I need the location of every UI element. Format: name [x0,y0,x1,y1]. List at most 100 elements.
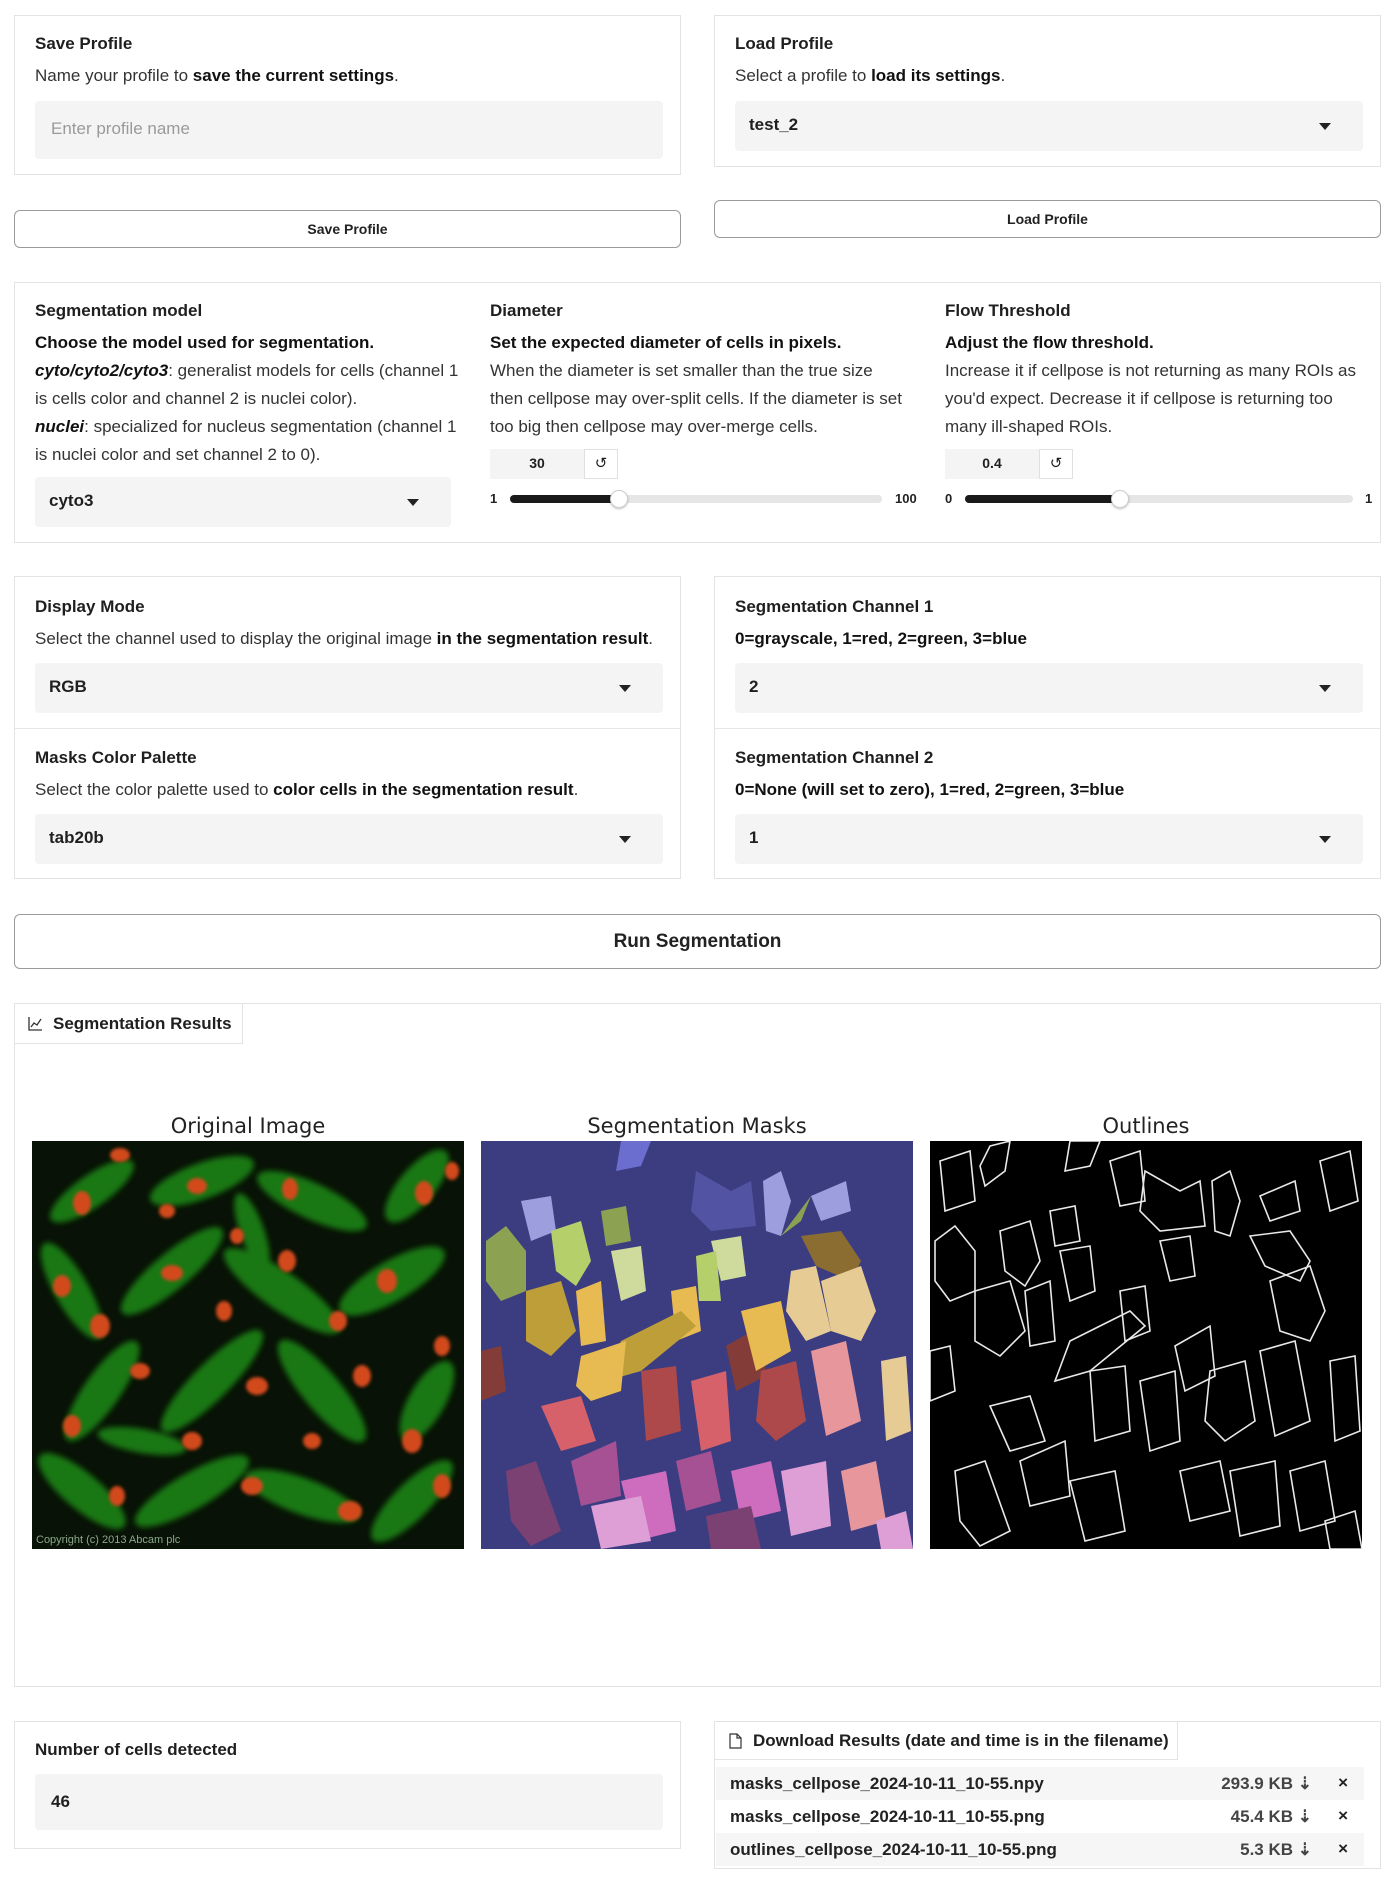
diameter-number-input[interactable]: 30 [490,449,584,479]
masks-palette-description: Select the color palette used to color c… [35,776,578,804]
diameter-label: Diameter [490,301,563,320]
seg-model-select[interactable]: cyto3 [35,477,451,527]
download-file-size[interactable]: 45.4 KB ⇣ [1231,1807,1312,1827]
close-icon[interactable]: × [1338,1839,1348,1859]
chevron-down-icon [407,499,419,506]
load-profile-label: Load Profile [735,34,834,53]
outlines-image [930,1141,1362,1549]
original-image-title: Original Image [170,1114,326,1138]
seg-channel-2-description: 0=None (will set to zero), 1=red, 2=gree… [735,780,1125,799]
download-file-size[interactable]: 293.9 KB ⇣ [1221,1774,1312,1794]
file-icon [729,1733,742,1749]
profile-name-placeholder: Enter profile name [51,119,190,138]
seg-model-select-value: cyto3 [49,491,94,510]
profile-select-value: test_2 [749,115,799,134]
masks-palette-label: Masks Color Palette [35,748,197,767]
load-profile-desc-prefix: Select a profile to [735,66,872,85]
downloads-header: Download Results (date and time is in th… [715,1722,1178,1760]
divider [715,728,1380,729]
diameter-slider[interactable] [510,490,882,508]
download-file-size[interactable]: 5.3 KB ⇣ [1240,1840,1312,1860]
save-profile-description: Name your profile to save the current se… [35,62,399,90]
parameters-panel: Segmentation model Choose the model used… [14,282,1381,543]
divider [15,728,680,729]
results-tab: Segmentation Results [15,1004,243,1044]
run-segmentation-button[interactable]: Run Segmentation [14,914,1381,969]
flow-threshold-description: Adjust the flow threshold. Increase it i… [945,329,1370,441]
load-profile-desc-bold: load its settings [871,66,1001,85]
cell-count-value: 46 [51,1792,70,1811]
seg-channel-1-description: 0=grayscale, 1=red, 2=green, 3=blue [735,629,1028,648]
flow-threshold-slider-fill [965,495,1121,503]
seg-model-description: Choose the model used for segmentation. … [35,329,465,469]
download-file-row[interactable]: masks_cellpose_2024-10-11_10-55.png 45.4… [716,1800,1364,1833]
flow-threshold-reset-icon[interactable]: ↺ [1039,449,1073,479]
save-profile-desc-bold: save the current settings [192,66,395,85]
diameter-desc-bold: Set the expected diameter of cells in pi… [490,333,842,352]
seg-model-label: Segmentation model [35,301,203,320]
diameter-description: Set the expected diameter of cells in pi… [490,329,910,441]
results-panel: Segmentation Results Original Image Segm… [14,1003,1381,1687]
channels-panel: Segmentation Channel 1 0=grayscale, 1=re… [714,576,1381,879]
masks-palette-desc-bold: color cells in the segmentation result [273,780,574,799]
diameter-slider-fill [510,495,619,503]
outlines-image-title: Outlines [1102,1114,1190,1138]
close-icon[interactable]: × [1338,1773,1348,1793]
download-file-name[interactable]: outlines_cellpose_2024-10-11_10-55.png [730,1840,1057,1860]
download-file-row[interactable]: masks_cellpose_2024-10-11_10-55.npy 293.… [716,1767,1364,1800]
seg-channel-2-select-value: 1 [749,828,759,847]
diameter-max-label: 100 [895,491,917,506]
masks-palette-desc-prefix: Select the color palette used to [35,780,274,799]
display-mode-desc-bold: in the segmentation result [436,629,649,648]
masks-image-title: Segmentation Masks [587,1114,807,1138]
seg-channel-1-label: Segmentation Channel 1 [735,597,934,616]
seg-model-nuclei-term: nuclei [35,417,85,436]
download-file-name[interactable]: masks_cellpose_2024-10-11_10-55.png [730,1807,1045,1827]
display-panel: Display Mode Select the channel used to … [14,576,681,879]
seg-model-cyto-term: cyto/cyto2/cyto3 [35,361,169,380]
flow-threshold-max-label: 1 [1365,491,1373,506]
masks-palette-desc-suffix: . [573,780,579,799]
seg-model-nuclei-text: : specialized for nucleus segmentation (… [35,417,457,464]
chevron-down-icon [1319,836,1331,843]
download-file-name[interactable]: masks_cellpose_2024-10-11_10-55.npy [730,1774,1044,1794]
flow-threshold-slider-thumb[interactable] [1111,490,1130,508]
results-tab-label: Segmentation Results [53,1014,232,1033]
seg-channel-1-select[interactable]: 2 [735,663,1363,713]
chevron-down-icon [619,836,631,843]
chevron-down-icon [1319,123,1331,130]
display-mode-desc-prefix: Select the channel used to display the o… [35,629,437,648]
cell-count-field: 46 [35,1774,663,1830]
save-profile-panel: Save Profile Name your profile to save t… [14,15,681,175]
masks-palette-select-value: tab20b [49,828,104,847]
diameter-desc-text: When the diameter is set smaller than th… [490,361,902,436]
seg-channel-2-select[interactable]: 1 [735,814,1363,864]
flow-threshold-number-input[interactable]: 0.4 [945,449,1039,479]
diameter-reset-icon[interactable]: ↺ [584,449,618,479]
flow-threshold-desc-bold: Adjust the flow threshold. [945,333,1154,352]
close-icon[interactable]: × [1338,1806,1348,1826]
download-file-row[interactable]: outlines_cellpose_2024-10-11_10-55.png 5… [716,1833,1364,1866]
seg-model-desc-bold: Choose the model used for segmentation. [35,333,375,352]
cell-count-panel: Number of cells detected 46 [14,1721,681,1849]
seg-channel-1-select-value: 2 [749,677,759,696]
save-profile-label: Save Profile [35,34,133,53]
load-profile-panel: Load Profile Select a profile to load it… [714,15,1381,167]
save-profile-desc-suffix: . [394,66,399,85]
masks-palette-select[interactable]: tab20b [35,814,663,864]
profile-name-input[interactable]: Enter profile name [35,101,663,159]
display-mode-desc-suffix: . [648,629,653,648]
flow-threshold-slider[interactable] [965,490,1353,508]
flow-threshold-min-label: 0 [945,491,953,506]
profile-select[interactable]: test_2 [735,101,1363,151]
diameter-slider-thumb[interactable] [609,490,628,508]
display-mode-description: Select the channel used to display the o… [35,625,653,653]
copyright-watermark: Copyright (c) 2013 Abcam plc [36,1534,181,1546]
save-profile-button[interactable]: Save Profile [14,210,681,248]
load-profile-description: Select a profile to load its settings. [735,62,1005,90]
chevron-down-icon [1319,685,1331,692]
save-profile-desc-prefix: Name your profile to [35,66,193,85]
display-mode-select[interactable]: RGB [35,663,663,713]
segmentation-masks-image [481,1141,913,1549]
load-profile-button[interactable]: Load Profile [714,200,1381,238]
